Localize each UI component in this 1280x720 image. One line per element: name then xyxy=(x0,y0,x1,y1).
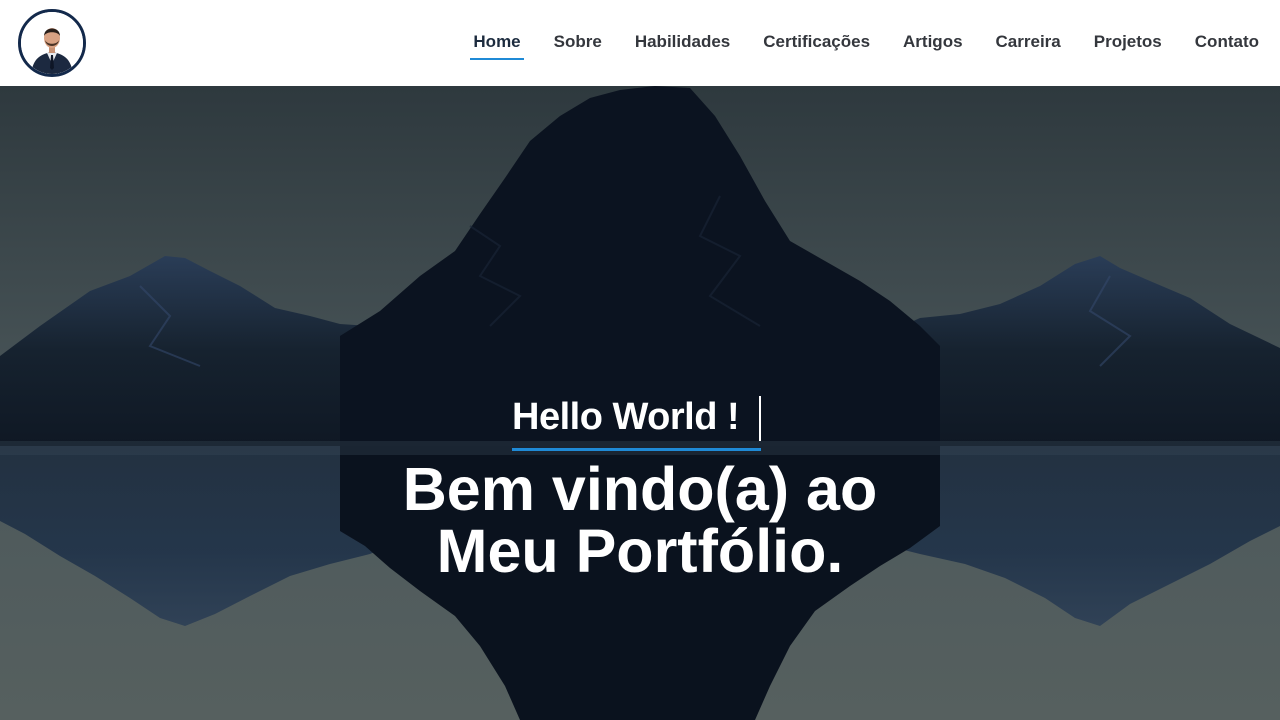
typing-cursor xyxy=(759,396,761,441)
nav-carreira[interactable]: Carreira xyxy=(993,30,1064,60)
hero-section: Hello World ! Bem vindo(a) ao Meu Portfó… xyxy=(0,86,1280,720)
main-nav: Home Sobre Habilidades Certificações Art… xyxy=(443,30,1262,60)
nav-habilidades[interactable]: Habilidades xyxy=(632,30,733,60)
greeting-block: Hello World ! xyxy=(512,396,762,452)
greeting-underline xyxy=(512,448,761,451)
hero-headline: Bem vindo(a) ao Meu Portfólio. xyxy=(340,458,940,582)
headline-line-1: Bem vindo(a) ao xyxy=(402,455,878,523)
headline-line-2: Meu Portfólio. xyxy=(436,517,844,585)
navbar: Home Sobre Habilidades Certificações Art… xyxy=(0,0,1280,86)
nav-home[interactable]: Home xyxy=(470,30,524,60)
nav-artigos[interactable]: Artigos xyxy=(900,30,966,60)
hero-content: Hello World ! Bem vindo(a) ao Meu Portfó… xyxy=(0,86,1280,720)
nav-contato[interactable]: Contato xyxy=(1192,30,1262,60)
nav-sobre[interactable]: Sobre xyxy=(551,30,605,60)
nav-projetos[interactable]: Projetos xyxy=(1091,30,1165,60)
profile-avatar-icon[interactable] xyxy=(18,9,86,77)
nav-certificacoes[interactable]: Certificações xyxy=(760,30,873,60)
greeting-text: Hello World ! xyxy=(512,396,740,438)
